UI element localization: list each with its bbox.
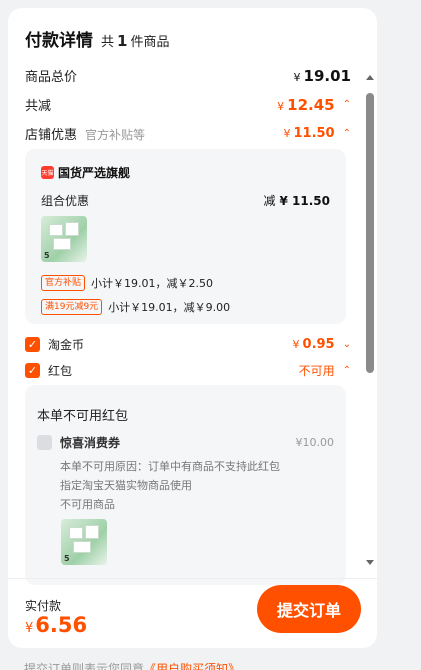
combo-amount: ¥ 11.50 [279, 194, 330, 208]
taojinbi-row[interactable]: ✓ 淘金币 ¥0.95 ⌄ [25, 336, 351, 353]
scrollbar-thumb[interactable] [366, 93, 374, 373]
hongbao-label: 红包 [48, 364, 73, 378]
shop-discount-value: ¥11.50 [283, 126, 334, 141]
shop-discount-card: 天猫 国货严选旗舰 组合优惠 减 ¥ 11.50 5 官方补贴 小计￥19.01，… [25, 149, 346, 324]
title-row: 付款详情 共 1 件商品 [25, 26, 169, 51]
scroll-down-arrow-icon[interactable] [366, 560, 374, 565]
currency-symbol: ¥ [25, 621, 34, 636]
chevron-up-icon[interactable]: ⌃ [343, 128, 351, 139]
shop-discount-row[interactable]: 店铺优惠 官方补贴等 ¥11.50 ⌃ [25, 124, 351, 143]
product-quantity: 5 [44, 251, 50, 260]
currency-symbol: ¥ [277, 99, 285, 113]
goods-total-amount: 19.01 [303, 66, 351, 85]
promo-tag: 官方补贴 [41, 275, 86, 291]
hongbao-row[interactable]: ✓ 红包 不可用 ⌃ [25, 362, 351, 379]
hongbao-right: 不可用 ⌃ [299, 362, 351, 379]
product-thumbnail[interactable]: 5 [41, 216, 87, 262]
shop-row: 天猫 国货严选旗舰 [41, 164, 130, 181]
goods-total-row: 商品总价 ¥19.01 [25, 66, 351, 86]
combo-prefix: 减 [263, 194, 276, 208]
shop-name: 国货严选旗舰 [58, 166, 131, 180]
goods-total-label: 商品总价 [25, 70, 78, 85]
goods-total-value: ¥19.01 [294, 67, 351, 85]
taojinbi-right: ¥0.95 ⌄ [293, 337, 351, 352]
checkbox-disabled-icon [37, 435, 52, 450]
unavailable-product-thumbnail[interactable]: 5 [61, 519, 107, 565]
combo-discount-row: 组合优惠 减 ¥ 11.50 [41, 192, 330, 209]
product-quantity: 5 [64, 554, 70, 563]
scroll-up-arrow-icon[interactable] [366, 75, 374, 80]
scrollbar[interactable] [366, 75, 376, 565]
product-image: 5 [61, 519, 107, 565]
promo-text: 小计￥19.01，减￥9.00 [108, 301, 231, 314]
coupon-name: 惊喜消费券 [60, 436, 121, 450]
taojinbi-amount: 0.95 [302, 337, 335, 352]
discount-right: ¥12.45 ⌃ [277, 96, 351, 114]
agreement-text: 提交订单则表示您同意《用户购买须知》 [24, 660, 240, 670]
taojinbi-left: ✓ 淘金币 [25, 336, 84, 353]
pay-amount-value: 6.56 [35, 613, 88, 637]
discount-amount: 12.45 [287, 95, 335, 114]
discount-row[interactable]: 共减 ¥12.45 ⌃ [25, 95, 351, 115]
hongbao-left: ✓ 红包 [25, 362, 72, 379]
usage-scope: 指定淘宝天猫实物商品使用 [60, 479, 192, 492]
purchase-notice-link[interactable]: 《用户购买须知》 [144, 662, 240, 670]
tmall-logo-icon: 天猫 [41, 166, 54, 179]
checkbox-checked-icon[interactable]: ✓ [25, 337, 40, 352]
currency-symbol: ¥ [293, 70, 301, 84]
currency-symbol: ¥ [292, 338, 300, 351]
shop-discount-right: ¥11.50 ⌃ [283, 126, 351, 141]
item-count: 共 1 件商品 [101, 31, 169, 50]
chevron-up-icon[interactable]: ⌃ [343, 365, 351, 376]
count-number: 1 [117, 32, 128, 50]
unavailable-coupon-card: 本单不可用红包 惊喜消费券 ¥10.00 本单不可用原因：订单中有商品不支持此红… [25, 385, 346, 585]
unavailable-title: 本单不可用红包 [37, 409, 129, 424]
subsidy-tag-row: 官方补贴 小计￥19.01，减￥2.50 [41, 275, 213, 291]
discount-label: 共减 [25, 99, 52, 114]
checkbox-checked-icon[interactable]: ✓ [25, 363, 40, 378]
chevron-up-icon[interactable]: ⌃ [343, 99, 351, 110]
submit-order-button[interactable]: 提交订单 [257, 585, 361, 633]
page-title: 付款详情 [25, 31, 93, 51]
payment-detail-panel: 付款详情 共 1 件商品 商品总价 ¥19.01 共减 ¥12.45 ⌃ 店铺优惠官… [8, 8, 377, 648]
pay-label: 实付款 [25, 599, 62, 613]
taojinbi-value: ¥0.95 [293, 337, 335, 352]
chevron-down-icon[interactable]: ⌄ [343, 339, 351, 350]
agreement-prefix: 提交订单则表示您同意 [24, 662, 145, 670]
unavailable-reason: 本单不可用原因：订单中有商品不支持此红包 [60, 460, 280, 473]
discount-value: ¥12.45 [277, 96, 334, 114]
threshold-tag-row: 满19元减9元 小计￥19.01，减￥9.00 [41, 299, 230, 315]
shop-discount-label: 店铺优惠 [25, 128, 78, 143]
count-suffix: 件商品 [130, 35, 170, 50]
combo-value: 减 ¥ 11.50 [264, 192, 331, 209]
shop-discount-amount: 11.50 [293, 126, 335, 141]
taojinbi-label: 淘金币 [48, 338, 85, 352]
count-prefix: 共 [101, 35, 115, 50]
shop-discount-sub: 官方补贴等 [85, 128, 146, 142]
unavailable-items-label: 不可用商品 [60, 498, 115, 511]
footer-divider [8, 578, 377, 579]
coupon-row: 惊喜消费券 ¥10.00 [37, 434, 334, 451]
promo-tag: 满19元减9元 [41, 299, 103, 315]
coupon-left: 惊喜消费券 [37, 434, 120, 451]
shop-discount-label-group: 店铺优惠 官方补贴等 [25, 124, 145, 143]
hongbao-status: 不可用 [298, 364, 335, 378]
currency-symbol: ¥ [283, 127, 291, 140]
coupon-amount: ¥10.00 [295, 436, 335, 449]
promo-text: 小计￥19.01，减￥2.50 [91, 277, 213, 290]
pay-amount: ¥6.56 [25, 613, 87, 637]
combo-label: 组合优惠 [41, 194, 90, 208]
